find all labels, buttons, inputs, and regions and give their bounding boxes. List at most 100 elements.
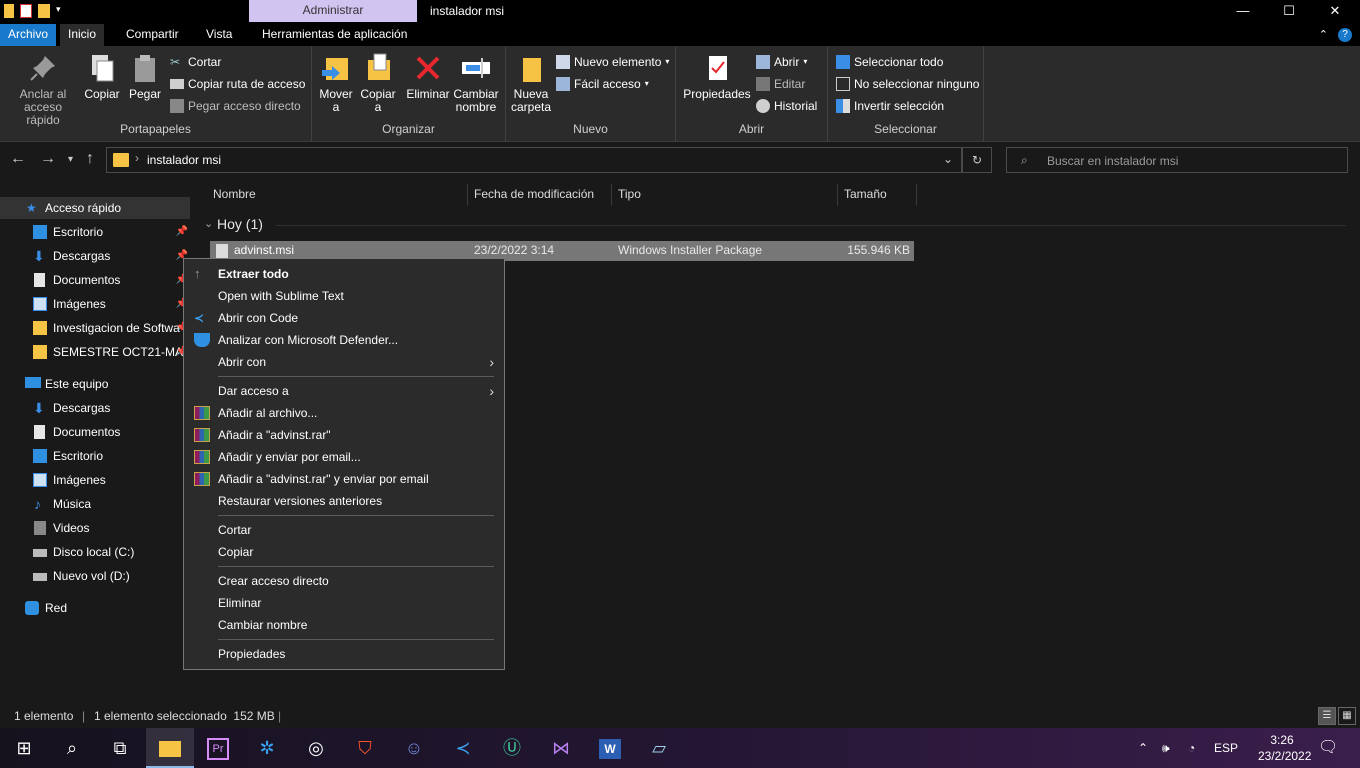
address-dropdown-icon[interactable]: ⌄	[943, 152, 953, 166]
nav-este-equipo[interactable]: Este equipo	[0, 373, 190, 395]
discord-icon[interactable]: ☺	[390, 728, 438, 768]
easy-access-button[interactable]: Fácil acceso ▾	[556, 74, 649, 94]
word-icon[interactable]: W	[586, 728, 634, 768]
paste-button[interactable]: Pegar	[126, 52, 164, 101]
edit-button[interactable]: Editar	[756, 74, 805, 94]
address-bar[interactable]: › instalador msi ⌄	[106, 147, 962, 173]
history-button[interactable]: Historial	[756, 96, 817, 116]
select-none-button[interactable]: No seleccionar ninguno	[836, 74, 979, 94]
column-tamano[interactable]: Tamaño	[838, 184, 917, 206]
menu-open-with[interactable]: Abrir con ›	[184, 351, 504, 373]
brave-browser-icon[interactable]: ⛉	[341, 728, 389, 768]
nav-pc-escritorio[interactable]: Escritorio	[0, 445, 190, 467]
nav-pc-imagenes[interactable]: Imágenes	[0, 469, 190, 491]
search-icon[interactable]: ⌕	[48, 728, 96, 768]
menu-properties[interactable]: Propiedades	[184, 643, 504, 665]
help-icon[interactable]: ?	[1338, 28, 1352, 42]
menu-cut[interactable]: Cortar	[184, 519, 504, 541]
menu-add-email[interactable]: Añadir y enviar por email...	[184, 446, 504, 468]
nav-pc-descargas[interactable]: ⬇ Descargas	[0, 397, 190, 419]
cut-button[interactable]: ✂ Cortar	[170, 52, 221, 72]
nav-pc-documentos[interactable]: Documentos	[0, 421, 190, 443]
pin-icon[interactable]: 📌	[176, 221, 188, 243]
nav-quick-escritorio[interactable]: Escritorio 📌	[0, 221, 190, 243]
tab-vista[interactable]: Vista	[198, 24, 240, 46]
nav-quick-investigacion[interactable]: Investigacion de Softwa 📌	[0, 317, 190, 339]
volume-icon[interactable]: 🕪	[1162, 728, 1170, 768]
copy-button[interactable]: Copiar	[82, 52, 122, 101]
notifications-icon[interactable]: 🗨	[1318, 728, 1338, 768]
search-box[interactable]: ⌕ Buscar en instalador msi	[1006, 147, 1348, 173]
tab-compartir[interactable]: Compartir	[118, 24, 187, 46]
tab-herramientas-aplicacion[interactable]: Herramientas de aplicación	[254, 24, 415, 46]
delete-button[interactable]: Eliminar	[406, 52, 450, 101]
copy-path-button[interactable]: Copiar ruta de acceso	[170, 74, 305, 94]
paste-shortcut-button[interactable]: Pegar acceso directo	[170, 96, 301, 116]
maximize-button[interactable]: ☐	[1266, 0, 1312, 22]
nav-red[interactable]: Red	[0, 597, 190, 619]
open-button[interactable]: Abrir ▾	[756, 52, 807, 72]
menu-add-archive[interactable]: Añadir al archivo...	[184, 402, 504, 424]
breadcrumb-chevron-icon[interactable]: ›	[135, 151, 139, 165]
refresh-icon[interactable]: ↻	[962, 147, 992, 173]
nav-quick-semestre[interactable]: SEMESTRE OCT21-MAR 📌	[0, 341, 190, 363]
up-arrow-icon[interactable]: ↑	[86, 150, 94, 168]
column-nombre[interactable]: Nombre	[207, 184, 468, 206]
bluetooth-app-icon[interactable]: ✲	[243, 728, 291, 768]
nav-quick-imagenes[interactable]: Imágenes 📌	[0, 293, 190, 315]
copy-to-button[interactable]: Copiar a	[358, 52, 398, 114]
collapse-ribbon-icon[interactable]: ⌃	[1319, 28, 1328, 42]
tab-inicio[interactable]: Inicio	[60, 24, 105, 46]
nav-pc-videos[interactable]: Videos	[0, 517, 190, 539]
clock[interactable]: 3:26 23/2/2022	[1258, 732, 1311, 764]
menu-copy[interactable]: Copiar	[184, 541, 504, 563]
invert-selection-button[interactable]: Invertir selección	[836, 96, 944, 116]
breadcrumb-current[interactable]: instalador msi	[147, 153, 221, 167]
new-item-button[interactable]: Nuevo elemento ▾	[556, 52, 669, 72]
details-view-icon[interactable]: ☰	[1318, 707, 1336, 725]
show-hidden-icons-chevron-icon[interactable]: ⌃	[1138, 728, 1148, 768]
properties-button[interactable]: Propiedades	[682, 52, 752, 101]
menu-add-rar[interactable]: Añadir a "advinst.rar"	[184, 424, 504, 446]
menu-add-rar-email[interactable]: Añadir a "advinst.rar" y enviar por emai…	[184, 468, 504, 490]
upwork-icon[interactable]: Ⓤ	[488, 728, 536, 768]
menu-open-code[interactable]: ≺ Abrir con Code	[184, 307, 504, 329]
premiere-pro-icon[interactable]: Pr	[194, 728, 242, 768]
file-explorer-icon[interactable]	[146, 728, 194, 768]
language-indicator[interactable]: ESP	[1214, 728, 1238, 768]
pin-quick-access-button[interactable]: Anclar al acceso rápido	[6, 52, 80, 127]
large-icons-view-icon[interactable]: ▦	[1338, 707, 1356, 725]
forward-arrow-icon[interactable]: →	[40, 150, 56, 168]
nav-pc-disco-d[interactable]: Nuevo vol (D:)	[0, 565, 190, 587]
group-header[interactable]: Hoy (1)	[217, 216, 263, 232]
wifi-icon[interactable]: ◔	[1188, 728, 1195, 768]
nav-pc-disco-c[interactable]: Disco local (C:)	[0, 541, 190, 563]
move-to-button[interactable]: Mover a	[316, 52, 356, 114]
menu-rename[interactable]: Cambiar nombre	[184, 614, 504, 636]
nav-quick-documentos[interactable]: Documentos 📌	[0, 269, 190, 291]
menu-defender-scan[interactable]: Analizar con Microsoft Defender...	[184, 329, 504, 351]
menu-restore-versions[interactable]: Restaurar versiones anteriores	[184, 490, 504, 512]
menu-delete[interactable]: Eliminar	[184, 592, 504, 614]
properties-icon[interactable]	[20, 4, 32, 18]
tab-archivo[interactable]: Archivo	[0, 24, 56, 46]
menu-share[interactable]: Dar acceso a ›	[184, 380, 504, 402]
nav-acceso-rapido[interactable]: ★ Acceso rápido	[0, 197, 190, 219]
select-all-button[interactable]: Seleccionar todo	[836, 52, 943, 72]
minimize-button[interactable]: —	[1220, 0, 1266, 22]
close-button[interactable]: ✕	[1312, 0, 1358, 22]
rename-button[interactable]: Cambiar nombre	[452, 52, 500, 114]
customize-toolbar-icon[interactable]: ▾	[56, 4, 66, 18]
notepad-icon[interactable]: ▱	[635, 728, 683, 768]
column-tipo[interactable]: Tipo	[612, 184, 838, 206]
collapse-group-chevron-icon[interactable]: ⌄	[204, 217, 213, 230]
nav-pc-musica[interactable]: ♪ Música	[0, 493, 190, 515]
back-arrow-icon[interactable]: ←	[10, 150, 26, 168]
menu-open-sublime[interactable]: Open with Sublime Text	[184, 285, 504, 307]
new-folder-icon[interactable]	[38, 4, 50, 18]
vscode-icon[interactable]: ≺	[439, 728, 487, 768]
task-view-icon[interactable]: ⧉	[96, 728, 144, 768]
windows-start-icon[interactable]: ⊞	[0, 728, 48, 768]
nav-quick-descargas[interactable]: ⬇ Descargas 📌	[0, 245, 190, 267]
new-folder-button[interactable]: Nueva carpeta	[510, 52, 552, 114]
